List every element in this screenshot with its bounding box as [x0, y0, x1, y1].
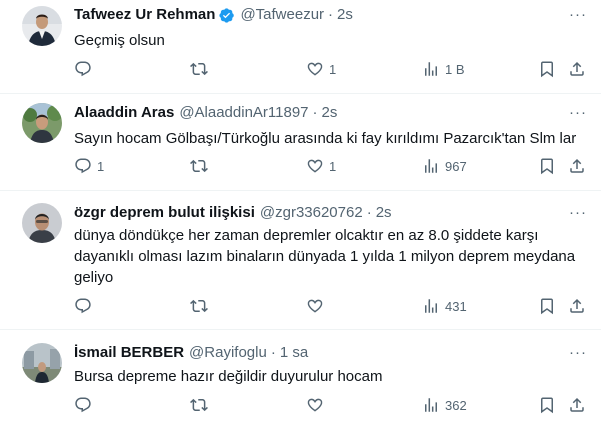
share-icon — [568, 60, 586, 78]
reply-button[interactable] — [74, 60, 97, 78]
view-count: 1 B — [445, 61, 465, 77]
views-icon — [422, 157, 440, 175]
tweet-4[interactable]: İsmail BERBER @Rayifoglu · 1 sa ··· Burs… — [0, 330, 601, 435]
timestamp[interactable]: 2s — [337, 5, 353, 25]
retweet-button[interactable] — [190, 297, 213, 315]
views-button[interactable]: 362 — [422, 396, 467, 414]
like-button[interactable]: 1 — [306, 157, 336, 175]
views-button[interactable]: 431 — [422, 297, 467, 315]
views-icon — [422, 60, 440, 78]
reply-icon — [74, 396, 92, 414]
views-icon — [422, 297, 440, 315]
retweet-button[interactable] — [190, 157, 213, 175]
author-name[interactable]: İsmail BERBER — [74, 343, 184, 363]
tweet-2[interactable]: Alaaddin Aras @AlaaddinAr11897 · 2s ··· … — [0, 94, 601, 191]
tweet-text-line: dünya döndükçe her zaman depremler olcak… — [74, 227, 539, 244]
tweet-text: Bursa depreme hazır değildir duyurulur h… — [74, 368, 383, 385]
share-icon — [568, 157, 586, 175]
share-button[interactable] — [568, 297, 586, 315]
bookmark-icon — [538, 157, 556, 175]
like-count: 1 — [329, 61, 337, 77]
avatar[interactable] — [22, 103, 62, 143]
author-name[interactable]: Alaaddin Aras — [74, 103, 174, 123]
share-button[interactable] — [568, 60, 586, 78]
retweet-icon — [190, 396, 208, 414]
like-icon — [306, 60, 324, 78]
author-name[interactable]: Tafweez Ur Rehman — [74, 5, 215, 25]
tweet-text-line: geliyo — [74, 269, 114, 286]
tweet-text-line: dayanıklı olması lazım binaların dünyada… — [74, 248, 576, 265]
like-icon — [306, 396, 324, 414]
share-icon — [568, 297, 586, 315]
timestamp[interactable]: 2s — [376, 203, 392, 223]
separator-dot: · — [312, 104, 318, 121]
tweet-1[interactable]: Tafweez Ur Rehman @Tafweezur · 2s ··· Ge… — [0, 0, 601, 94]
like-button[interactable]: 1 — [306, 60, 336, 78]
view-count: 362 — [445, 397, 467, 413]
reply-icon — [74, 60, 92, 78]
tweet-text: Geçmiş olsun — [74, 32, 165, 49]
author-handle[interactable]: @Rayifoglu — [189, 343, 267, 363]
separator-dot: · — [328, 6, 334, 23]
reply-button[interactable]: 1 — [74, 157, 104, 175]
retweet-icon — [190, 60, 208, 78]
author-handle[interactable]: @AlaaddinAr11897 — [179, 103, 308, 123]
bookmark-icon — [538, 396, 556, 414]
share-button[interactable] — [568, 157, 586, 175]
more-options-icon[interactable]: ··· — [569, 343, 587, 363]
view-count: 431 — [445, 298, 467, 314]
timestamp[interactable]: 2s — [322, 103, 338, 123]
share-icon — [568, 396, 586, 414]
more-options-icon[interactable]: ··· — [569, 103, 587, 123]
bookmark-button[interactable] — [538, 60, 556, 78]
tweet-3[interactable]: özgr deprem bulut ilişkisi @zgr33620762 … — [0, 191, 601, 330]
share-button[interactable] — [568, 396, 586, 414]
like-count: 1 — [329, 158, 337, 174]
verified-badge-icon — [218, 7, 235, 24]
tweet-text: dünya döndükçe her zaman depremler olcak… — [74, 225, 601, 288]
reply-count: 1 — [97, 158, 105, 174]
bookmark-button[interactable] — [538, 396, 556, 414]
retweet-icon — [190, 157, 208, 175]
like-button[interactable] — [306, 297, 329, 315]
retweet-icon — [190, 297, 208, 315]
views-button[interactable]: 1 B — [422, 60, 465, 78]
separator-dot: · — [366, 204, 372, 221]
retweet-button[interactable] — [190, 60, 213, 78]
bookmark-button[interactable] — [538, 157, 556, 175]
views-icon — [422, 396, 440, 414]
reply-button[interactable] — [74, 396, 97, 414]
like-icon — [306, 157, 324, 175]
bookmark-icon — [538, 60, 556, 78]
views-button[interactable]: 967 — [422, 157, 467, 175]
more-options-icon[interactable]: ··· — [569, 5, 587, 25]
view-count: 967 — [445, 158, 467, 174]
bookmark-icon — [538, 297, 556, 315]
like-button[interactable] — [306, 396, 329, 414]
retweet-button[interactable] — [190, 396, 213, 414]
tweet-text: Sayın hocam Gölbaşı/Türkoğlu arasında ki… — [74, 130, 577, 147]
reply-icon — [74, 297, 92, 315]
author-handle[interactable]: @zgr33620762 — [260, 203, 363, 223]
avatar[interactable] — [22, 343, 62, 383]
bookmark-button[interactable] — [538, 297, 556, 315]
reply-button[interactable] — [74, 297, 97, 315]
avatar[interactable] — [22, 203, 62, 243]
reply-icon — [74, 157, 92, 175]
timestamp[interactable]: 1 sa — [280, 343, 308, 363]
author-handle[interactable]: @Tafweezur — [240, 5, 324, 25]
avatar[interactable] — [22, 6, 62, 46]
separator-dot: · — [270, 344, 276, 361]
like-icon — [306, 297, 324, 315]
more-options-icon[interactable]: ··· — [569, 203, 587, 223]
author-name[interactable]: özgr deprem bulut ilişkisi — [74, 203, 255, 223]
